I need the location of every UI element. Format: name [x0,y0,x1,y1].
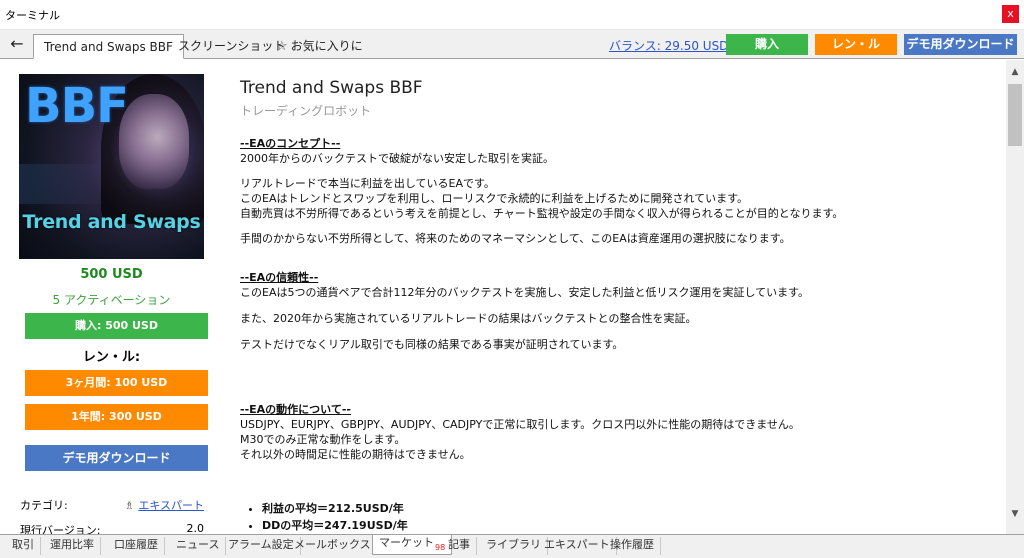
product-type: トレーディングロボット [240,104,372,118]
section-concept: --EAのコンセプト-- 2000年からのバックテストで破綻がない安定した取引を… [240,136,1000,166]
bottom-tab-history[interactable]: 口座履歴 [108,537,165,555]
bottom-tab-journal[interactable]: 操作履歴 [604,537,661,555]
demo-download-button[interactable]: デモ用ダウンロード [904,34,1017,55]
product-sidebar: BBF Trend and Swaps 500 USD 5 アクティベーション … [0,60,226,537]
expert-icon: ♗ [124,499,135,512]
market-tab-bar: ← Trend and Swaps BBF スクリーンショット ☆ お気に入りに … [0,30,1024,59]
tab-product[interactable]: Trend and Swaps BBF [33,34,184,59]
product-description: Trend and Swaps BBF トレーディングロボット --EAのコンセ… [226,60,1006,534]
section-reliability: --EAの信頼性-- このEAは5つの通貨ペアで合計112年分のバックテストを実… [240,270,1000,300]
product-title: Trend and Swaps BBF [240,78,423,98]
paragraph: 手間のかからない不労所得として、将来のためのマネーマシンとして、このEAは資産運… [240,232,791,245]
window-title: ターミナル [5,9,60,22]
section-reliability-closing: テストだけでなくリアル取引でも同様の結果である事実が証明されています。 [240,337,1000,352]
rent-1-year-button[interactable]: 1年間: 300 USD [25,404,208,430]
buy-price-button[interactable]: 購入: 500 USD [25,313,208,339]
terminal-bottom-tabs: 取引 運用比率 口座履歴 ニュース アラーム設定 メールボックス9 マーケット9… [0,534,1024,558]
product-price: 500 USD [80,267,143,282]
list-item: 利益の平均＝212.5USD/年 [262,500,1000,517]
cover-subtitle-text: Trend and Swaps [22,211,201,233]
paragraph: 自動売買は不労所得であるという考えを前提とし、チャート監視や設定の手間なく収入が… [240,207,844,220]
section-heading: --EAのコンセプト-- [240,137,341,150]
rent-3-months-button[interactable]: 3ヶ月間: 100 USD [25,370,208,396]
section-concept-closing: 手間のかからない不労所得として、将来のためのマネーマシンとして、このEAは資産運… [240,231,1000,246]
category-key: カテゴリ: [20,499,68,512]
paragraph: USDJPY、EURJPY、GBPJPY、AUDJPY、CADJPYで正常に取引… [240,418,800,431]
bottom-tab-news[interactable]: ニュース [170,537,227,555]
paragraph: 2000年からのバックテストで破綻がない安定した取引を実証。 [240,152,554,165]
market-label: マーケット [379,536,434,549]
buy-button[interactable]: 購入 [726,34,808,55]
product-cover-image: BBF Trend and Swaps [19,74,204,259]
paragraph: このEAはトレンドとスワップを利用し、ローリスクで永続的に利益を上げるために開発… [240,192,749,205]
back-arrow-icon[interactable]: ← [6,35,28,55]
list-item: DDの平均＝247.19USD/年 [262,517,1000,534]
cover-logo-text: BBF [25,78,129,134]
demo-download-side-button[interactable]: デモ用ダウンロード [25,445,208,471]
section-operation: --EAの動作について-- USDJPY、EURJPY、GBPJPY、AUDJP… [240,402,1000,462]
balance-link[interactable]: バランス: 29.50 USD [609,37,728,54]
close-button[interactable]: x [1002,5,1019,23]
section-reliability-body: また、2020年から実施されているリアルトレードの結果はバックテストとの整合性を… [240,311,1000,326]
paragraph: それ以外の時間足に性能の期待はできません。 [240,448,471,461]
scroll-thumb[interactable] [1008,84,1022,146]
vertical-scrollbar[interactable]: ▲ ▼ [1006,60,1024,534]
scroll-down-icon[interactable]: ▼ [1006,506,1024,522]
rent-label: レン・ル: [82,350,141,365]
window-title-bar: ターミナル x [0,0,1024,30]
bottom-tab-articles[interactable]: 記事 [442,537,477,555]
favorites-label: お気に入りに [290,39,363,53]
tab-favorites[interactable]: ☆ お気に入りに [266,34,373,59]
rent-button[interactable]: レン・ル [815,34,897,55]
bottom-tab-exposure[interactable]: 運用比率 [44,537,101,555]
paragraph: このEAは5つの通貨ペアで合計112年分のバックテストを実施し、安定した利益と低… [240,286,810,299]
scroll-up-icon[interactable]: ▲ [1006,64,1024,80]
bottom-tab-mailbox[interactable]: メールボックス9 [288,537,384,555]
section-heading: --EAの信頼性-- [240,271,319,284]
section-heading: --EAの動作について-- [240,403,351,416]
stats-list: 利益の平均＝212.5USD/年 DDの平均＝247.19USD/年 [240,500,1000,534]
activations-count: 5 アクティベーション [52,293,171,307]
section-concept-body: リアルトレードで本当に利益を出しているEAです。 このEAはトレンドとスワップを… [240,176,1000,221]
bottom-tab-market[interactable]: マーケット98 [372,535,453,555]
star-icon: ☆ [276,39,288,54]
paragraph: テストだけでなくリアル取引でも同様の結果である事実が証明されています。 [240,338,624,351]
paragraph: リアルトレードで本当に利益を出しているEAです。 [240,177,495,190]
paragraph: M30でのみ正常な動作をします。 [240,433,406,446]
paragraph: また、2020年から実施されているリアルトレードの結果はバックテストとの整合性を… [240,312,697,325]
bottom-tab-trade[interactable]: 取引 [6,537,41,555]
mailbox-label: メールボックス [294,538,371,551]
category-link[interactable]: エキスパート [138,499,204,512]
